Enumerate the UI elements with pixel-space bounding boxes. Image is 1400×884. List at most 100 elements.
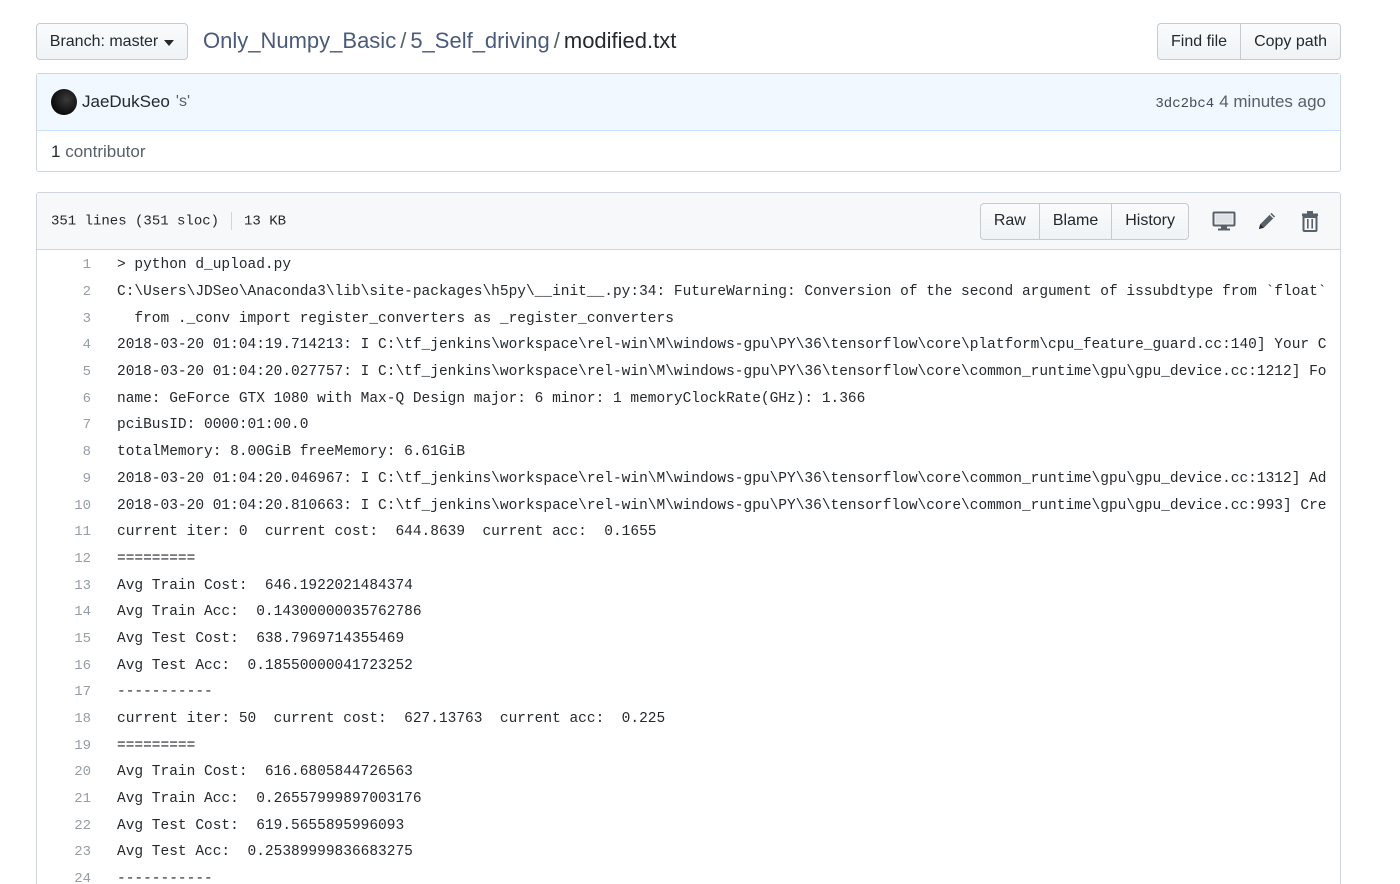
code-text: Avg Test Cost: 638.7969714355469: [117, 630, 405, 647]
code-text: Avg Train Cost: 616.6805844726563: [117, 764, 413, 781]
line-number[interactable]: 10: [37, 498, 93, 514]
line-number[interactable]: 8: [37, 444, 93, 460]
code-text: 2018-03-20 01:04:20.027757: I C:\tf_jenk…: [117, 364, 1327, 381]
contributors-summary[interactable]: 1 contributor: [37, 131, 1340, 172]
code-line: 11 current iter: 0 current cost: 644.8639…: [37, 519, 1340, 546]
code-line: 24 -----------: [37, 866, 1340, 884]
code-line: 6 name: GeForce GTX 1080 with Max-Q Desig…: [37, 385, 1340, 412]
file-size: 13 KB: [244, 213, 287, 230]
commit-author-link[interactable]: JaeDukSeo: [82, 92, 170, 112]
code-text: 2018-03-20 01:04:20.810663: I C:\tf_jenk…: [117, 497, 1327, 514]
code-text: Avg Test Acc: 0.18550000041723252: [117, 657, 413, 674]
line-number[interactable]: 1: [37, 257, 93, 273]
code-line: 14 Avg Train Acc: 0.14300000035762786: [37, 599, 1340, 626]
code-line: 9 2018-03-20 01:04:20.046967: I C:\tf_jen…: [37, 466, 1340, 493]
code-view[interactable]: 1 > python d_upload.py 2 C:\Users\JDSeo\Ana…: [37, 250, 1340, 884]
code-text: 2018-03-20 01:04:20.046967: I C:\tf_jenk…: [117, 470, 1327, 487]
code-text: from ._conv import register_converters a…: [117, 310, 674, 327]
code-line: 12 =========: [37, 546, 1340, 573]
file-header: 351 lines (351 sloc) 13 KB Raw Blame Hist…: [37, 193, 1340, 250]
line-number[interactable]: 3: [37, 311, 93, 327]
file-navigation-actions: Find file Copy path: [1157, 23, 1341, 60]
line-number[interactable]: 16: [37, 658, 93, 674]
avatar[interactable]: [51, 89, 77, 115]
commit-info-box: JaeDukSeo 's' 3dc2bc4 4 minutes ago 1 co…: [36, 73, 1341, 172]
code-line: 16 Avg Test Acc: 0.18550000041723252: [37, 652, 1340, 679]
file-view-buttons: Raw Blame History: [979, 202, 1189, 240]
code-text: =========: [117, 737, 196, 754]
desktop-icon[interactable]: [1208, 205, 1240, 237]
contributors-count: 1: [51, 141, 61, 161]
raw-button[interactable]: Raw: [979, 202, 1040, 240]
line-number[interactable]: 4: [37, 337, 93, 353]
code-line: 13 Avg Train Cost: 646.1922021484374: [37, 572, 1340, 599]
file-info: 351 lines (351 sloc) 13 KB: [51, 212, 286, 230]
code-line: 8 totalMemory: 8.00GiB freeMemory: 6.61Gi…: [37, 439, 1340, 466]
line-number[interactable]: 13: [37, 578, 93, 594]
file-icon-actions: [1197, 205, 1326, 237]
breadcrumb-repo-link[interactable]: Only_Numpy_Basic: [203, 28, 396, 53]
code-line: 4 2018-03-20 01:04:19.714213: I C:\tf_jen…: [37, 332, 1340, 359]
code-text: Avg Train Acc: 0.26557999897003176: [117, 791, 422, 808]
line-number[interactable]: 11: [37, 524, 93, 540]
code-text: > python d_upload.py: [117, 257, 292, 274]
code-line: 22 Avg Test Cost: 619.5655895996093: [37, 812, 1340, 839]
code-line: 3 from ._conv import register_converters…: [37, 305, 1340, 332]
breadcrumb-file-name: modified.txt: [563, 28, 677, 53]
code-text: Avg Train Acc: 0.14300000035762786: [117, 604, 422, 621]
commit-meta: 3dc2bc4 4 minutes ago: [1155, 92, 1326, 112]
code-text: current iter: 50 current cost: 627.13763…: [117, 711, 666, 728]
line-number[interactable]: 15: [37, 631, 93, 647]
line-number[interactable]: 22: [37, 818, 93, 834]
code-text: -----------: [117, 684, 213, 701]
pencil-icon[interactable]: [1251, 205, 1283, 237]
file-info-divider: [231, 212, 233, 230]
code-line: 2 C:\Users\JDSeo\Anaconda3\lib\site-packa…: [37, 279, 1340, 306]
history-button[interactable]: History: [1111, 202, 1189, 240]
line-number[interactable]: 23: [37, 844, 93, 860]
line-number[interactable]: 6: [37, 391, 93, 407]
code-line: 23 Avg Test Acc: 0.25389999836683275: [37, 839, 1340, 866]
blame-button[interactable]: Blame: [1038, 202, 1113, 240]
code-line: 1 > python d_upload.py: [37, 252, 1340, 279]
line-number[interactable]: 24: [37, 871, 93, 884]
code-text: C:\Users\JDSeo\Anaconda3\lib\site-packag…: [117, 284, 1327, 301]
caret-down-icon: [164, 39, 175, 46]
line-number[interactable]: 14: [37, 604, 93, 620]
commit-message[interactable]: 's': [176, 93, 190, 111]
contributors-label: contributor: [65, 141, 146, 161]
breadcrumb: Only_Numpy_Basic/5_Self_driving / modified…: [203, 27, 676, 55]
find-file-button[interactable]: Find file: [1157, 23, 1242, 60]
commit-tease: JaeDukSeo 's' 3dc2bc4 4 minutes ago: [37, 74, 1340, 131]
code-line: 10 2018-03-20 01:04:20.810663: I C:\tf_je…: [37, 492, 1340, 519]
code-text: =========: [117, 550, 196, 567]
line-number[interactable]: 9: [37, 471, 93, 487]
code-text: pciBusID: 0000:01:00.0: [117, 417, 309, 434]
code-line: 20 Avg Train Cost: 616.6805844726563: [37, 759, 1340, 786]
copy-path-button[interactable]: Copy path: [1240, 23, 1341, 60]
line-number[interactable]: 19: [37, 738, 93, 754]
breadcrumb-folder-link[interactable]: 5_Self_driving: [410, 28, 549, 53]
line-number[interactable]: 7: [37, 417, 93, 433]
trash-icon[interactable]: [1294, 205, 1326, 237]
line-number[interactable]: 20: [37, 764, 93, 780]
code-line: 15 Avg Test Cost: 638.7969714355469: [37, 626, 1340, 653]
code-text: -----------: [117, 871, 213, 884]
branch-select-button[interactable]: Branch: master: [36, 23, 188, 60]
code-line: 5 2018-03-20 01:04:20.027757: I C:\tf_jen…: [37, 359, 1340, 386]
line-number[interactable]: 5: [37, 364, 93, 380]
line-number[interactable]: 21: [37, 791, 93, 807]
code-text: totalMemory: 8.00GiB freeMemory: 6.61GiB: [117, 444, 466, 461]
line-number[interactable]: 2: [37, 284, 93, 300]
line-number[interactable]: 18: [37, 711, 93, 727]
code-text: 2018-03-20 01:04:19.714213: I C:\tf_jenk…: [117, 337, 1327, 354]
breadcrumb-separator: /: [400, 28, 407, 53]
line-number[interactable]: 12: [37, 551, 93, 567]
file-lines-info: 351 lines (351 sloc): [51, 213, 220, 230]
commit-time: 4 minutes ago: [1219, 92, 1326, 111]
line-number[interactable]: 17: [37, 684, 93, 700]
code-text: Avg Train Cost: 646.1922021484374: [117, 577, 413, 594]
code-line: 17 -----------: [37, 679, 1340, 706]
file-viewer: 351 lines (351 sloc) 13 KB Raw Blame Hist…: [36, 192, 1341, 884]
commit-sha-link[interactable]: 3dc2bc4: [1155, 96, 1214, 112]
